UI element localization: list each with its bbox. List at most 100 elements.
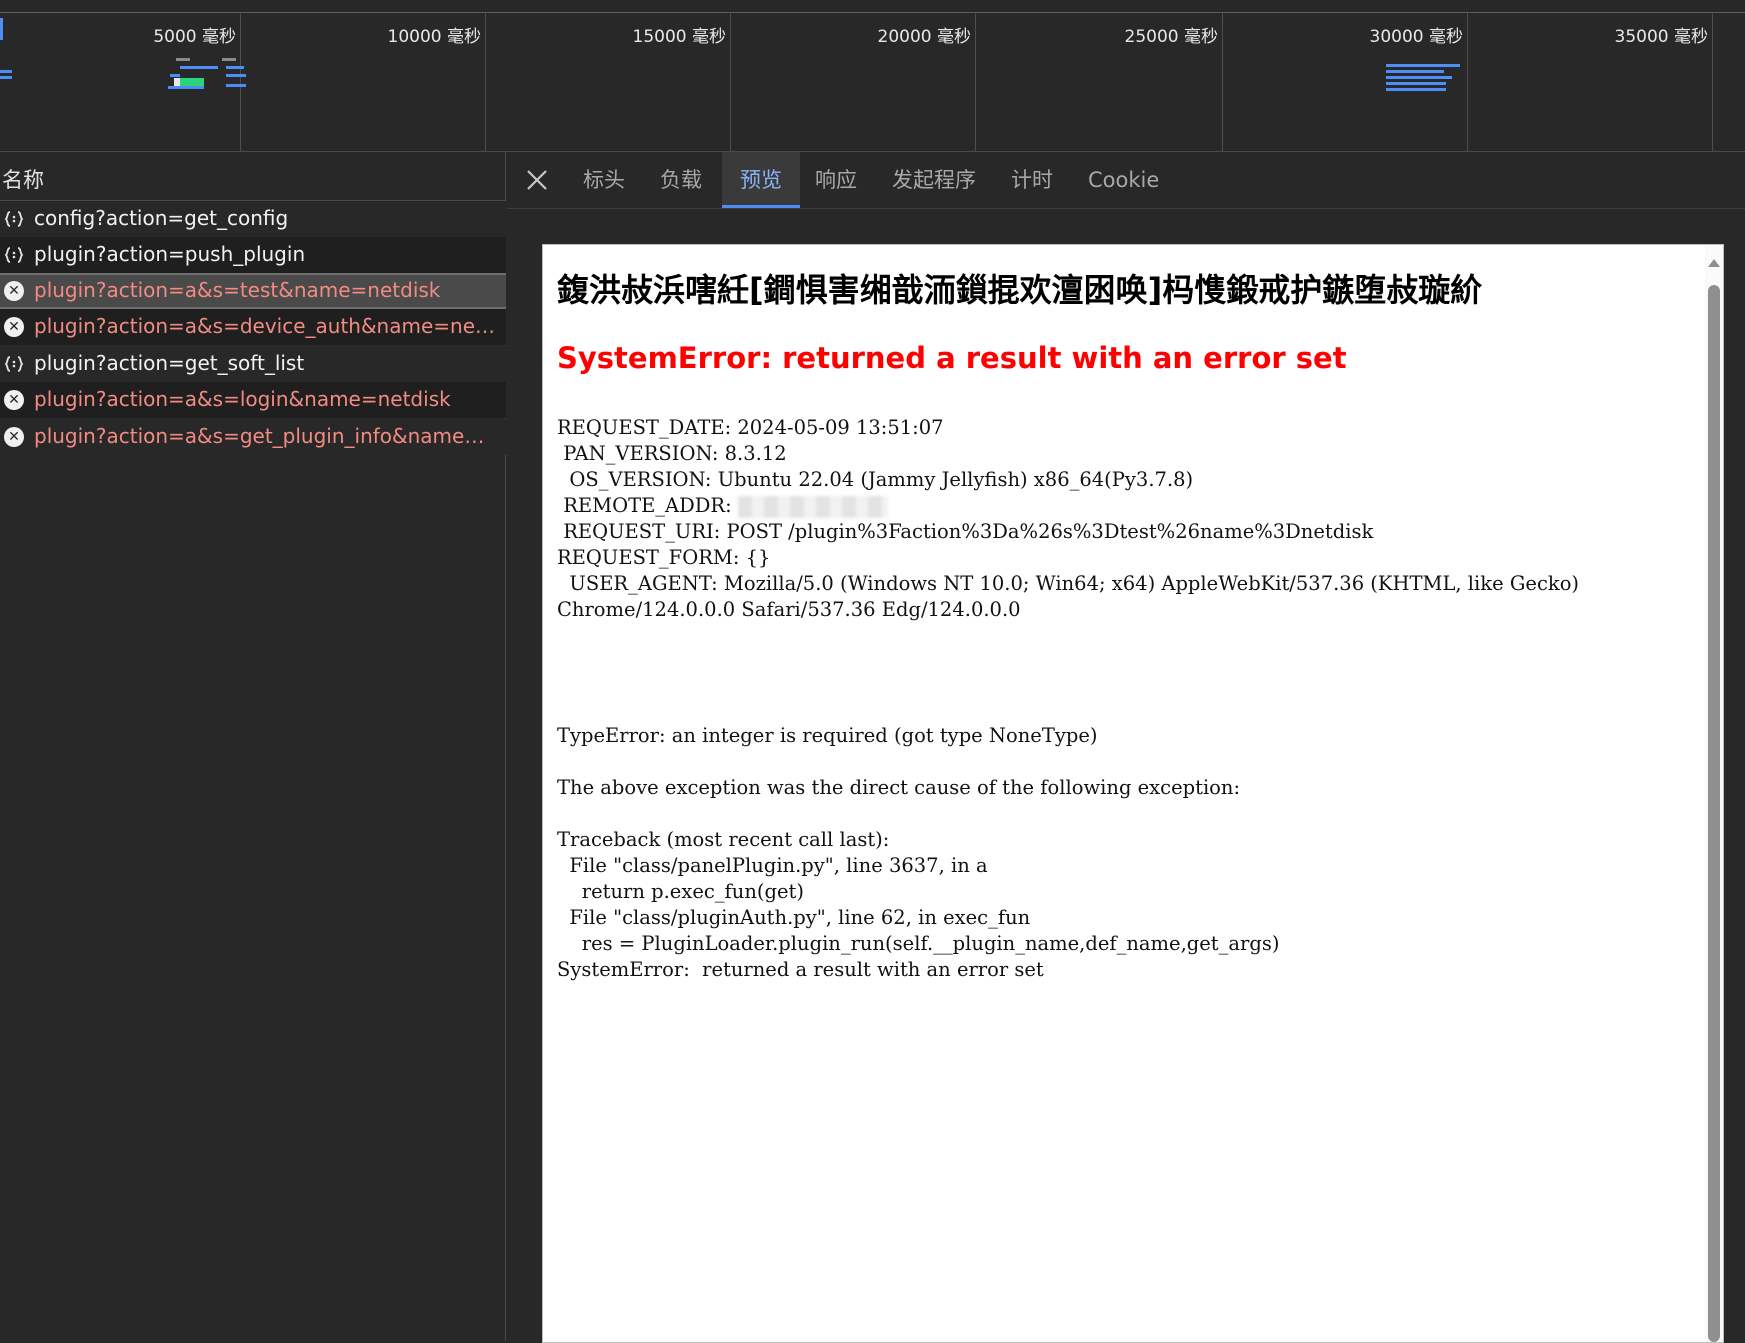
os-version-line: OS_VERSION: Ubuntu 22.04 (Jammy Jellyfis…: [557, 467, 1193, 493]
traceback-line: File "class/pluginAuth.py", line 62, in …: [557, 906, 1031, 929]
request-date-line: REQUEST_DATE: 2024-05-09 13:51:07: [557, 415, 944, 441]
tick-label: 10000 毫秒: [387, 27, 481, 47]
type-error-line: TypeError: an integer is required (got t…: [557, 724, 1098, 747]
detail-tab-bar: 标头 负载 预览 响应 发起程序 计时 Cookie: [507, 152, 1745, 209]
tick-line: [975, 13, 976, 151]
error-circle-icon: ✕: [4, 317, 24, 337]
tick-label: 5000 毫秒: [153, 27, 236, 47]
tick-line: [730, 13, 731, 151]
error-heading: SystemError: returned a result with an e…: [557, 341, 1347, 375]
traceback-line: SystemError: returned a result with an e…: [557, 958, 1044, 981]
field-value: 8.3.12: [724, 442, 787, 465]
request-name: plugin?action=a&s=device_auth&name=netdi…: [34, 314, 496, 338]
request-bar: [1386, 76, 1452, 79]
request-name: plugin?action=push_plugin: [34, 242, 306, 266]
pan-version-line: PAN_VERSION: 8.3.12: [557, 441, 787, 467]
request-name: plugin?action=a&s=get_plugin_info&name=n…: [34, 424, 496, 448]
request-list: 名称 config?action=get_config plugin?actio…: [0, 152, 506, 1341]
field-value: {}: [745, 546, 771, 569]
error-circle-icon: ✕: [4, 281, 24, 301]
traceback-line: File "class/panelPlugin.py", line 3637, …: [557, 854, 988, 877]
tick-label: 15000 毫秒: [632, 27, 726, 47]
request-bar: [0, 76, 12, 79]
scroll-up-arrow-icon[interactable]: [1708, 259, 1720, 267]
request-bar: [176, 58, 190, 61]
json-braces-icon: [4, 211, 24, 227]
request-name: config?action=get_config: [34, 206, 289, 230]
field-label: REQUEST_URI:: [557, 520, 721, 543]
tab-cookie[interactable]: Cookie: [1088, 152, 1159, 208]
list-header[interactable]: 名称: [0, 152, 505, 201]
redacted-ip: [737, 495, 888, 518]
tick-line: [1222, 13, 1223, 151]
request-bar: [180, 78, 204, 86]
timeline-overview[interactable]: 5000 毫秒 10000 毫秒 15000 毫秒 20000 毫秒 25000…: [0, 0, 1745, 152]
request-row[interactable]: ✕ plugin?action=a&s=get_plugin_info&name…: [0, 419, 506, 455]
preview-scrollbar[interactable]: [1705, 245, 1723, 1342]
tab-initiator[interactable]: 发起程序: [892, 152, 976, 208]
field-value: 2024-05-09 13:51:07: [737, 416, 944, 439]
tab-response[interactable]: 响应: [815, 152, 857, 208]
error-circle-icon: ✕: [4, 390, 24, 410]
close-icon[interactable]: [523, 166, 551, 194]
field-label: REQUEST_DATE:: [557, 416, 732, 439]
tick-label: 35000 毫秒: [1614, 27, 1708, 47]
user-agent-cont-line: Chrome/124.0.0.0 Safari/537.36 Edg/124.0…: [557, 598, 1021, 621]
request-bar: [180, 66, 218, 69]
field-label: REQUEST_FORM:: [557, 546, 740, 569]
request-row[interactable]: plugin?action=push_plugin: [0, 237, 506, 273]
field-label: PAN_VERSION:: [557, 442, 719, 465]
tab-timing[interactable]: 计时: [1011, 152, 1053, 208]
request-row[interactable]: config?action=get_config: [0, 201, 506, 237]
request-bar: [1386, 88, 1446, 91]
request-bar: [0, 18, 3, 40]
request-uri-line: REQUEST_URI: POST /plugin%3Faction%3Da%2…: [557, 519, 1373, 545]
field-label: OS_VERSION:: [557, 468, 712, 491]
tick-line: [240, 13, 241, 151]
request-row[interactable]: plugin?action=get_soft_list: [0, 346, 506, 382]
request-bar: [226, 74, 246, 77]
preview-document[interactable]: 鍑洪敊浜嗐紝[鐧惧害缃戠洏鎻掍欢澶囦唤]杩愯鍛戒护鏃堕敊璇紒 SystemErr…: [542, 244, 1724, 1343]
field-value: POST /plugin%3Faction%3Da%26s%3Dtest%26n…: [726, 520, 1374, 543]
request-bar: [226, 84, 246, 87]
request-bar: [222, 58, 236, 61]
tab-preview[interactable]: 预览: [722, 152, 800, 208]
request-bar: [1386, 82, 1446, 85]
tick-label: 25000 毫秒: [1124, 27, 1218, 47]
request-name: plugin?action=a&s=test&name=netdisk: [34, 278, 441, 302]
user-agent-line: USER_AGENT: Mozilla/5.0 (Windows NT 10.0…: [557, 571, 1579, 597]
request-row-selected[interactable]: ✕ plugin?action=a&s=test&name=netdisk: [0, 273, 506, 309]
json-braces-icon: [4, 356, 24, 372]
traceback-line: res = PluginLoader.plugin_run(self.__plu…: [557, 932, 1280, 955]
scrollbar-thumb[interactable]: [1708, 285, 1720, 1342]
tick-label: 30000 毫秒: [1369, 27, 1463, 47]
error-page-title: 鍑洪敊浜嗐紝[鐧惧害缃戠洏鎻掍欢澶囦唤]杩愯鍛戒护鏃堕敊璇紒: [557, 271, 1483, 309]
tick-line: [485, 13, 486, 151]
request-bar: [168, 86, 204, 89]
request-bar: [1386, 70, 1444, 73]
traceback-head: Traceback (most recent call last):: [557, 828, 890, 851]
tab-headers[interactable]: 标头: [583, 152, 625, 208]
json-braces-icon: [4, 247, 24, 263]
request-bar: [0, 70, 12, 73]
field-label: USER_AGENT:: [557, 572, 718, 595]
request-row[interactable]: ✕ plugin?action=a&s=device_auth&name=net…: [0, 309, 506, 345]
field-value: Mozilla/5.0 (Windows NT 10.0; Win64; x64…: [723, 572, 1580, 595]
request-bar: [1386, 64, 1460, 67]
field-label: REMOTE_ADDR:: [557, 494, 732, 517]
error-circle-icon: ✕: [4, 427, 24, 447]
request-bar: [170, 74, 180, 77]
overview-top-border: [0, 12, 1745, 13]
name-column-header[interactable]: 名称: [2, 164, 44, 194]
request-name: plugin?action=get_soft_list: [34, 351, 305, 375]
tab-payload[interactable]: 负载: [660, 152, 702, 208]
cause-line: The above exception was the direct cause…: [557, 776, 1241, 799]
request-name: plugin?action=a&s=login&name=netdisk: [34, 387, 451, 411]
field-value: Ubuntu 22.04 (Jammy Jellyfish) x86_64(Py…: [717, 468, 1194, 491]
tick-label: 20000 毫秒: [877, 27, 971, 47]
remote-addr-line: REMOTE_ADDR:: [557, 493, 888, 519]
tick-line: [1467, 13, 1468, 151]
traceback-line: return p.exec_fun(get): [557, 880, 804, 903]
request-form-line: REQUEST_FORM: {}: [557, 545, 770, 571]
request-row[interactable]: ✕ plugin?action=a&s=login&name=netdisk: [0, 382, 506, 418]
